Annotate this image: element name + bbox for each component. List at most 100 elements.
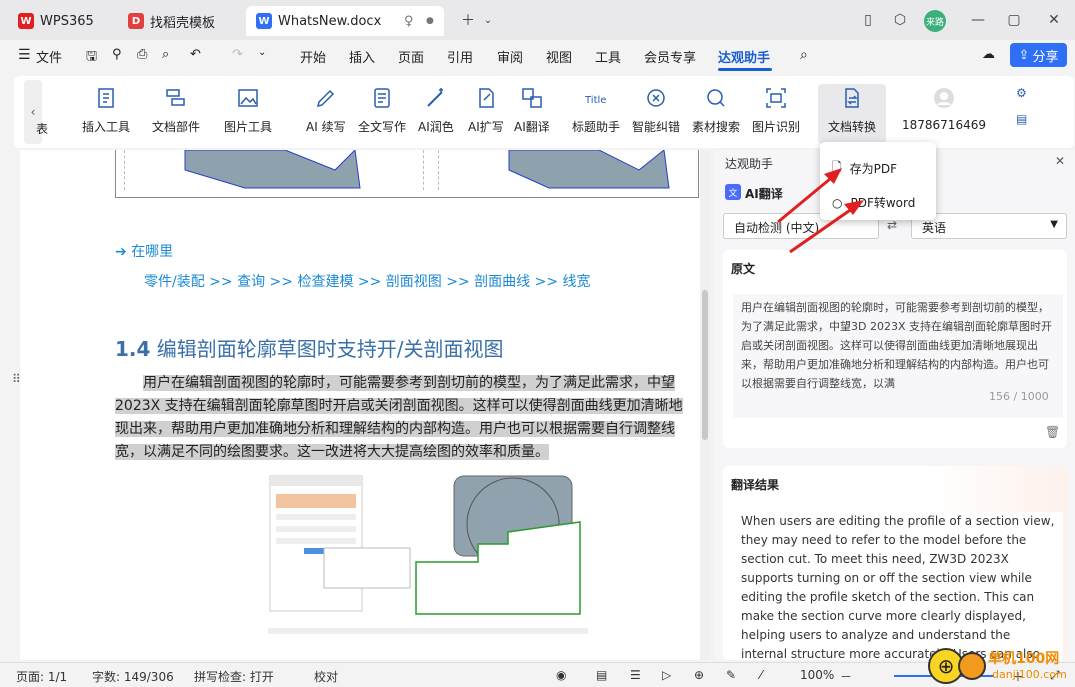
where-label: 在哪里 bbox=[131, 244, 174, 260]
ribbon-label: 素材搜索 bbox=[692, 120, 741, 134]
zoom-out-icon[interactable]: ⁄ bbox=[760, 668, 762, 682]
menu-page[interactable]: 页面 bbox=[398, 47, 424, 66]
ribbon-label: AI扩写 bbox=[468, 120, 504, 134]
ribbon-label: 图片工具 bbox=[224, 120, 273, 134]
tab-document[interactable]: W WhatsNew.docx ♀ ● bbox=[246, 6, 444, 36]
convert-icon bbox=[845, 88, 859, 108]
image-tools-button[interactable]: 图片工具 bbox=[224, 84, 272, 144]
cube-icon[interactable]: ⬡ bbox=[890, 10, 910, 30]
full-writing-button[interactable]: 全文写作 bbox=[358, 84, 406, 144]
smart-correct-button[interactable]: 智能纠错 bbox=[632, 84, 680, 144]
avatar[interactable]: 来路 bbox=[924, 10, 946, 32]
cloud-icon[interactable]: ☁ bbox=[982, 47, 995, 62]
dot-icon[interactable]: ● bbox=[426, 16, 434, 26]
menu-file[interactable]: 文件 bbox=[36, 47, 62, 66]
menu-insert[interactable]: 插入 bbox=[349, 47, 375, 66]
undo-icon[interactable]: ↶ bbox=[190, 47, 201, 62]
ribbon-label: 图片识别 bbox=[752, 120, 801, 134]
spell-check[interactable]: 拼写检查: 打开 bbox=[194, 668, 274, 685]
annotation-arrows bbox=[777, 168, 864, 254]
breadcrumb[interactable]: 零件/装配 >> 查询 >> 检查建模 >> 剖面视图 >> 剖面曲线 >> 线… bbox=[144, 271, 591, 291]
menu-view[interactable]: 视图 bbox=[546, 47, 572, 66]
tab-wps365[interactable]: W WPS365 bbox=[8, 6, 112, 36]
arrow-right-icon: ➔ bbox=[115, 244, 132, 260]
zoom-out-minus-icon[interactable]: － bbox=[840, 668, 852, 685]
ai-polish-button[interactable]: AI润色 bbox=[418, 84, 454, 144]
close-icon[interactable]: ✕ bbox=[1044, 10, 1064, 30]
red-arrow-2 bbox=[789, 204, 857, 254]
page-counter[interactable]: 页面: 1/1 bbox=[16, 668, 67, 685]
full-writing-icon bbox=[374, 88, 390, 108]
share-button[interactable]: ⇪ 分享 bbox=[1010, 43, 1067, 67]
account-button[interactable]: 18786716469 bbox=[902, 84, 986, 144]
ai-expand-button[interactable]: AI扩写 bbox=[468, 84, 504, 144]
doc-scrollbar[interactable] bbox=[700, 150, 710, 660]
active-tab-underline bbox=[718, 68, 772, 71]
maximize-icon[interactable]: ▢ bbox=[1004, 10, 1024, 30]
headset-icon[interactable]: ⚙ bbox=[1016, 86, 1027, 100]
wps-logo-icon: W bbox=[18, 13, 34, 29]
outline-icon[interactable]: ☰ bbox=[630, 668, 641, 682]
menu-review[interactable]: 审阅 bbox=[497, 47, 523, 66]
ai-translate-button[interactable]: AI翻译 bbox=[514, 84, 550, 144]
chevron-down-icon[interactable]: ⌄ bbox=[478, 10, 498, 30]
image-tools-icon bbox=[238, 89, 258, 107]
cad-dialog-figure bbox=[268, 475, 588, 634]
trash-icon[interactable]: 🗑 bbox=[1045, 425, 1060, 439]
eye-icon[interactable]: ◉ bbox=[556, 668, 566, 682]
doc-parts-icon bbox=[166, 89, 185, 106]
pin-icon[interactable]: ♀ bbox=[404, 14, 414, 29]
menu-vip[interactable]: 会员专享 bbox=[644, 47, 696, 66]
original-card: 原文 用户在编辑剖面视图的轮廓时，可能需要参考到剖切前的模型，为了满足此需求，中… bbox=[723, 250, 1067, 448]
insert-tools-button[interactable]: 插入工具 bbox=[82, 84, 130, 144]
doc-convert-button[interactable]: 文档转换 bbox=[818, 84, 886, 144]
share-link-icon[interactable]: ⚲ bbox=[112, 47, 122, 62]
hamburger-icon[interactable]: ☰ bbox=[18, 47, 31, 63]
menu-reference[interactable]: 引用 bbox=[447, 47, 473, 66]
menu-start[interactable]: 开始 bbox=[300, 47, 326, 66]
original-label: 原文 bbox=[731, 262, 756, 276]
menu-daguan-assistant[interactable]: 达观助手 bbox=[718, 47, 770, 66]
char-counter: 156 / 1000 bbox=[989, 390, 1049, 403]
result-card: 翻译结果 When users are editing the profile … bbox=[723, 466, 1067, 660]
play-icon[interactable]: ▷ bbox=[662, 668, 671, 682]
body-paragraph[interactable]: 用户在编辑剖面视图的轮廓时，可能需要参考到剖切前的模型，为了满足此需求，中望 2… bbox=[115, 372, 699, 464]
menu-tools[interactable]: 工具 bbox=[595, 47, 621, 66]
title-assistant-button[interactable]: Title 标题助手 bbox=[572, 84, 620, 144]
cad-part-image-right bbox=[508, 149, 670, 189]
scrollbar-thumb[interactable] bbox=[702, 290, 708, 440]
proofread[interactable]: 校对 bbox=[314, 668, 338, 685]
title-bar: W WPS365 D 找稻壳模板 W WhatsNew.docx ♀ ● ＋ ⌄… bbox=[0, 0, 1075, 40]
para-line: 现出来，帮助用户更加准确地分析和理解结构的内部构造。用户也可以根据需要自行调整线 bbox=[115, 421, 675, 437]
tab-template[interactable]: D 找稻壳模板 bbox=[118, 6, 242, 36]
material-search-button[interactable]: 素材搜索 bbox=[692, 84, 740, 144]
globe-icon[interactable]: ⊕ bbox=[694, 668, 704, 682]
layout-icon[interactable]: ▯ bbox=[858, 10, 878, 30]
ribbon-label: 标题助手 bbox=[572, 120, 621, 134]
search-icon[interactable]: ⌕ bbox=[800, 47, 808, 63]
doc-parts-button[interactable]: 文档部件 bbox=[152, 84, 200, 144]
zoom-level[interactable]: 100% bbox=[800, 668, 834, 682]
swap-language-icon[interactable]: ⇄ bbox=[887, 218, 897, 232]
figure-cell bbox=[124, 148, 424, 190]
watermark-circle-icon bbox=[958, 652, 986, 680]
redo-icon[interactable]: ↷ bbox=[232, 47, 243, 62]
ribbon-label: 文档部件 bbox=[152, 120, 201, 134]
image-recognition-button[interactable]: 图片识别 bbox=[752, 84, 800, 144]
pen-icon[interactable]: ✎ bbox=[726, 668, 736, 682]
new-tab-icon[interactable]: ＋ bbox=[458, 10, 478, 30]
ai-continue-button[interactable]: AI 续写 bbox=[306, 84, 346, 144]
print-preview-icon[interactable]: ⌕ bbox=[162, 47, 169, 62]
ribbon-toolbar: ‹ 表 插入工具 文档部件 图片工具 AI 续写 全文写作 AI润色 AI扩写 … bbox=[14, 76, 1074, 148]
save-icon[interactable]: 🖫 bbox=[86, 47, 97, 69]
user-avatar-icon bbox=[933, 88, 954, 108]
page-view-icon[interactable]: ▤ bbox=[596, 668, 607, 682]
print-icon[interactable]: ⎙ bbox=[137, 47, 147, 62]
minimize-icon[interactable]: — bbox=[968, 10, 988, 30]
close-icon[interactable]: ✕ bbox=[1055, 154, 1065, 168]
chevron-down-icon[interactable]: ⌄ bbox=[258, 47, 266, 58]
word-counter[interactable]: 字数: 149/306 bbox=[92, 668, 174, 685]
chat-icon[interactable]: ▤ bbox=[1016, 112, 1027, 126]
tab-label: 找稻壳模板 bbox=[150, 15, 216, 31]
para-line: 宽，以满足不同的绘图要求。这一改进将大大提高绘图的效率和质量。 bbox=[115, 444, 549, 460]
